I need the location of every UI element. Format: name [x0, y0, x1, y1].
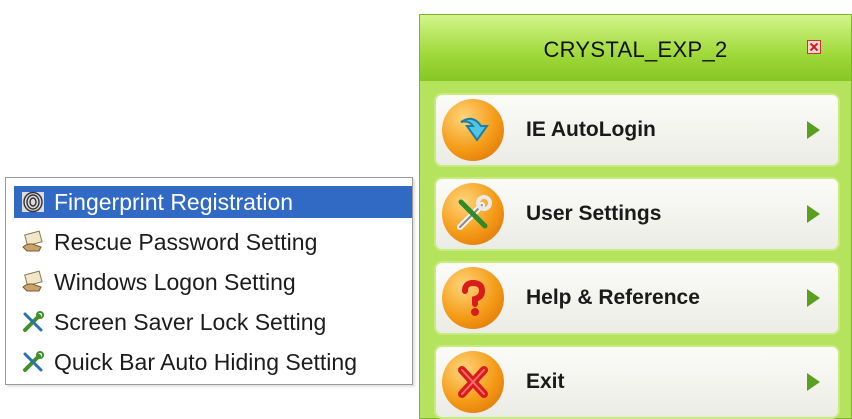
tools-icon: [442, 183, 504, 245]
question-mark-icon: [442, 267, 504, 329]
red-x-icon: [442, 351, 504, 413]
chevron-right-icon: [807, 289, 820, 307]
panel-header[interactable]: CRYSTAL_EXP_2: [420, 15, 851, 81]
ie-autologin-button[interactable]: IE AutoLogin: [434, 93, 840, 167]
chevron-right-icon: [807, 121, 820, 139]
submenu-item-label: Windows Logon Setting: [54, 268, 296, 295]
hand-card-icon: [20, 229, 46, 255]
button-label: Help & Reference: [526, 286, 700, 309]
submenu-item-label: Rescue Password Setting: [54, 228, 318, 255]
exit-button[interactable]: Exit: [434, 345, 840, 419]
submenu-item-windows-logon-setting[interactable]: Windows Logon Setting: [14, 266, 296, 298]
user-settings-button[interactable]: User Settings: [434, 177, 840, 251]
submenu-item-label: Fingerprint Registration: [54, 188, 294, 215]
download-arrow-icon: [442, 99, 504, 161]
hand-card-icon: [20, 269, 46, 295]
fingerprint-icon: [20, 189, 46, 215]
submenu-item-fingerprint-registration[interactable]: Fingerprint Registration: [14, 186, 412, 218]
button-label: IE AutoLogin: [526, 118, 656, 141]
help-reference-button[interactable]: Help & Reference: [434, 261, 840, 335]
button-label: Exit: [526, 370, 565, 393]
submenu-item-screen-saver-lock-setting[interactable]: Screen Saver Lock Setting: [14, 306, 326, 338]
quick-bar-panel: CRYSTAL_EXP_2 IE AutoLogin User Settings…: [419, 14, 852, 419]
submenu-item-label: Quick Bar Auto Hiding Setting: [54, 348, 357, 375]
button-label: User Settings: [526, 202, 662, 225]
submenu-item-rescue-password-setting[interactable]: Rescue Password Setting: [14, 226, 317, 258]
submenu-item-quick-bar-auto-hiding-setting[interactable]: Quick Bar Auto Hiding Setting: [14, 346, 357, 378]
panel-title: CRYSTAL_EXP_2: [543, 37, 728, 62]
submenu-item-label: Screen Saver Lock Setting: [54, 308, 327, 335]
tools-icon: [20, 349, 46, 375]
settings-submenu: Fingerprint Registration Rescue Password…: [5, 177, 413, 385]
chevron-right-icon: [807, 205, 820, 223]
chevron-right-icon: [807, 373, 820, 391]
close-icon[interactable]: [807, 40, 821, 54]
tools-icon: [20, 309, 46, 335]
